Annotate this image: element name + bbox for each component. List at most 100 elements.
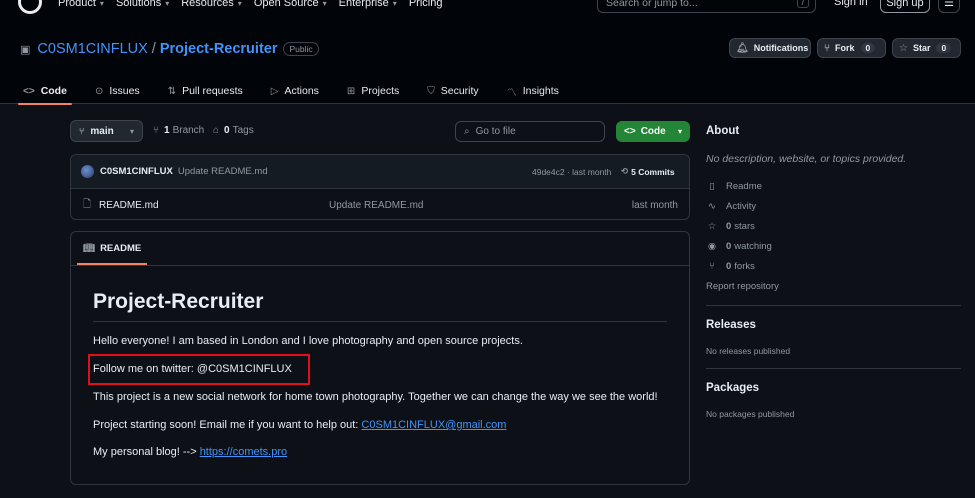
latest-commit-row: C0SM1CINFLUX Update README.md 49de4c2 · … [71,155,689,189]
branch-label: Branch [172,125,205,136]
repo-name-link[interactable]: Project-Recruiter [160,41,278,57]
code-icon: <> [23,85,35,97]
star-count: 0 [936,43,952,53]
activity-link[interactable]: ∿ Activity [706,201,756,212]
branch-icon: ⑂ [153,125,159,136]
table-icon: ⊞ [346,85,356,97]
readme-text: Project starting soon! Email me if you w… [93,419,362,431]
bell-icon: 🔔︎ [736,42,749,54]
tab-issues[interactable]: ⊙ Issues [90,78,145,104]
branch-select-button[interactable]: ⑂ main ▾ [70,120,143,142]
tab-projects[interactable]: ⊞ Projects [342,78,404,104]
sign-in-link[interactable]: Sign in [834,0,868,8]
nav-product[interactable]: Product ▾ [58,0,104,9]
stars-count: 0 [726,221,732,232]
global-search-input[interactable]: Search or jump to... / [597,0,816,13]
github-logo-icon[interactable] [18,0,42,14]
about-heading: About [706,125,740,137]
fork-icon: ⑂ [824,42,830,54]
tab-pull-requests[interactable]: ⇅ Pull requests [163,78,248,104]
tag-count: 0 [224,125,230,136]
branch-icon: ⑂ [79,126,85,136]
menu-icon[interactable]: ☰ [938,0,960,13]
chevron-down-icon: ▾ [129,126,134,136]
commit-author-link[interactable]: C0SM1CINFLUX [100,166,173,177]
code-button[interactable]: <> Code ▾ [616,121,690,142]
nav-enterprise[interactable]: Enterprise ▾ [339,0,397,9]
repo-title: ▣ C0SM1CINFLUX / Project-Recruiter Publi… [20,41,319,57]
readme-paragraph: Hello everyone! I am based in London and… [93,335,523,347]
pull-request-icon: ⇅ [167,85,177,97]
blog-link[interactable]: https://comets.pro [200,446,287,458]
chevron-down-icon: ▾ [99,0,104,8]
branch-count: 1 [164,125,170,136]
star-icon: ☆ [707,221,717,232]
branches-link[interactable]: ⑂ 1 Branch [153,125,204,136]
eye-icon: ◉ [707,241,717,252]
tab-actions[interactable]: ▷ Actions [266,78,324,104]
releases-heading[interactable]: Releases [706,319,756,331]
forks-count: 0 [726,261,732,272]
star-button[interactable]: ☆ Star 0 [892,38,961,58]
nav-solutions[interactable]: Solutions ▾ [116,0,169,9]
watchers-link[interactable]: ◉ 0 watching [706,241,772,252]
file-icon: 🗋︎ [83,198,92,210]
repo-header: ▣ C0SM1CINFLUX / Project-Recruiter Publi… [0,28,975,105]
commits-label: 5 Commits [631,166,675,177]
repo-icon: ▣ [20,43,31,56]
chevron-down-icon: ▾ [237,0,242,8]
global-nav: Product ▾ Solutions ▾ Resources ▾ Open Sour… [58,0,454,9]
tab-label: Insights [522,85,559,97]
fork-button[interactable]: ⑂ Fork 0 [817,38,886,58]
tab-label: Code [40,85,67,97]
file-browser: C0SM1CINFLUX Update README.md 49de4c2 · … [70,154,690,220]
fork-count: 0 [860,43,876,53]
file-name-link[interactable]: README.md [99,200,158,211]
graph-icon: 〽 [506,87,517,99]
visibility-badge: Public [283,42,319,56]
fork-icon: ⑂ [709,261,715,272]
stars-link[interactable]: ☆ 0 stars [706,221,755,232]
nav-label: Resources [181,0,234,9]
commit-message-link[interactable]: Update README.md [178,166,268,177]
divider [706,368,961,369]
tab-insights[interactable]: 〽 Insights [502,78,564,104]
pulse-icon: ∿ [708,201,716,212]
divider [706,305,961,306]
tab-security[interactable]: ⛉ Security [422,78,483,104]
avatar[interactable] [81,165,94,178]
sign-up-button[interactable]: Sign up [880,0,930,13]
nav-label: Product [58,0,96,9]
play-icon: ▷ [270,85,279,97]
watching-count: 0 [726,241,732,252]
branch-name: main [90,125,114,137]
readme-paragraph: This project is a new social network for… [93,391,658,403]
forks-link[interactable]: ⑂ 0 forks [706,261,755,272]
chevron-down-icon: ▾ [165,0,170,8]
activity-label: Activity [726,201,757,212]
nav-pricing[interactable]: Pricing [409,0,443,9]
repo-owner-link[interactable]: C0SM1CINFLUX [37,41,147,57]
nav-open-source[interactable]: Open Source ▾ [254,0,327,9]
nav-label: Pricing [408,0,443,9]
commit-hash[interactable]: 49de4c2 · last month [532,167,611,177]
readme-tab[interactable]: 📖︎ README [77,232,148,265]
chevron-down-icon: ▾ [392,0,397,8]
nav-resources[interactable]: Resources ▾ [181,0,242,9]
file-commit-message-link[interactable]: Update README.md [329,200,423,211]
repo-path-separator: / [151,41,156,57]
readme-link-label: Readme [726,181,762,192]
packages-heading[interactable]: Packages [706,382,759,394]
report-repository-link[interactable]: Report repository [706,281,779,292]
go-to-file-input[interactable]: ⌕ Go to file [455,121,605,142]
notifications-button[interactable]: 🔔︎ Notifications [729,38,811,58]
releases-empty: No releases published [706,346,791,356]
tab-code[interactable]: <> Code [18,78,72,105]
email-link[interactable]: C0SM1CINFLUX@gmail.com [361,419,506,431]
readme-paragraph-email: Project starting soon! Email me if you w… [93,419,506,431]
readme-link[interactable]: ▯ Readme [706,181,762,192]
commits-link[interactable]: ⟲ 5 Commits [621,166,675,177]
tags-link[interactable]: ⌂ 0 Tags [213,125,254,136]
book-icon: ▯ [709,181,715,192]
divider [71,265,689,266]
